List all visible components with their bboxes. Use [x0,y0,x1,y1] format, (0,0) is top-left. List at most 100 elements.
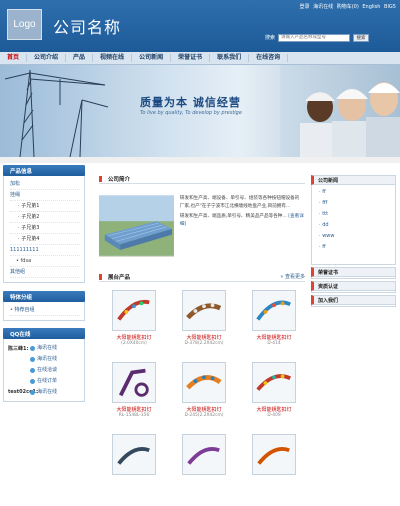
news-list: · ff · fff · ttt · dd · www · ff [311,185,396,265]
category-item[interactable]: 加松 [10,179,80,190]
join-header[interactable]: 加入我们 [311,295,396,305]
qq-contact-name: test02ce1: [8,389,38,395]
product-name[interactable]: 大阳能钥匙扣灯 [99,406,169,413]
product-thumbnail[interactable] [182,290,226,331]
right-sidebar: 公司新闻 · ff · fff · ttt · dd · www · ff 荣誉… [311,175,396,307]
qq-chat-link[interactable]: 海讯在线 [30,343,57,354]
product-thumbnail[interactable] [182,434,226,475]
products-more-link[interactable]: » 查看更多 [280,273,305,280]
product-thumbnail[interactable] [112,290,156,331]
product-code: D-245(2.2X42cm) [184,413,224,418]
product-code: D-414 [267,341,281,346]
product-card[interactable]: 大阳能钥匙扣灯 D-378(2.2X42cm) [169,290,239,362]
company-intro: 研发和生产高、端设备、单引号、组装等各种按钮帽设备的厂家,也产"在子宁波市江北横… [99,195,305,257]
qq-icon [30,390,35,395]
subcategory-item[interactable]: · 子兄弟4 [10,234,80,245]
subcategory-item[interactable]: · 子兄弟3 [10,223,80,234]
search-input[interactable] [278,33,351,42]
qq-chat-link[interactable]: 海讯在线 [30,387,57,398]
feature-item[interactable]: • 特荐自组 [10,305,80,316]
news-header: 公司新闻 [311,175,396,185]
product-card[interactable] [169,434,239,506]
news-item[interactable]: · fff [319,198,390,209]
product-card[interactable] [239,434,309,506]
company-name: 公司名称 [53,18,122,37]
feature-list: • 特荐自组 [3,302,85,321]
product-name[interactable]: 大阳能钥匙扣灯 [169,334,239,341]
product-name[interactable]: 大阳能钥匙扣灯 [169,406,239,413]
product-thumbnail[interactable] [252,362,296,403]
cart-link[interactable]: 购物车(0) [337,4,359,10]
hero-banner: 质量为本 诚信经营 To live by quality, To develop… [0,65,400,157]
products-header: 展台产品 » 查看更多 [99,272,305,282]
subcategory-item[interactable]: · 子兄弟1 [10,201,80,212]
big5-link[interactable]: BIG5 [384,4,396,10]
product-name[interactable]: 大阳能钥匙扣灯 [239,406,309,413]
product-card[interactable]: 大阳能钥匙扣灯 D-409 [239,362,309,434]
product-code: D-378(2.2X42cm) [184,341,224,346]
banner-subtitle: To live by quality, To develop by presti… [140,110,242,116]
news-item[interactable]: · ff [319,187,390,198]
nav-home[interactable]: 首页 [0,54,28,62]
qq-panel: 陈三峰1: 海讯在线 海讯在线 在线洽谈 在线订单 test02ce1: 海讯在… [3,339,85,402]
factory-photo[interactable] [99,195,174,257]
product-thumbnail[interactable] [252,290,296,331]
banner-title: 质量为本 诚信经营 [140,96,241,109]
join-box: 加入我们 [311,295,396,307]
nav-about[interactable]: 公司介绍 [27,54,67,62]
product-card[interactable]: 大阳能钥匙扣灯 D-414 [239,290,309,362]
workers-photo [280,65,400,157]
news-item[interactable]: · dd [319,220,390,231]
news-item[interactable]: · ttt [319,209,390,220]
qualification-header[interactable]: 资质认证 [311,281,396,291]
category-item[interactable]: 挂绳 [10,190,80,201]
feature-header: 特体分组 [3,291,85,302]
site-header: Logo 公司名称 登录 海讯在线 购物车(0) English BIG5 搜索… [0,0,400,52]
nav-products[interactable]: 产品 [66,54,94,62]
product-name[interactable]: 大阳能钥匙扣灯 [99,334,169,341]
products-title: 展台产品 [108,274,131,281]
category-item[interactable]: 111111111 [10,245,80,256]
crane-illustration [4,69,109,157]
qq-contact-name: 陈三峰1: [8,346,29,352]
product-code: D-409 [267,413,281,418]
search-button[interactable]: 搜索 [353,33,370,42]
online-link[interactable]: 海讯在线 [313,4,333,10]
nav-contact[interactable]: 联系我们 [210,54,250,62]
product-card[interactable] [99,434,169,506]
qq-icon [30,357,35,362]
product-card[interactable]: 大阳能钥匙扣灯 D-245(2.2X42cm) [169,362,239,434]
qualification-box: 资质认证 [311,281,396,293]
login-link[interactable]: 登录 [299,4,309,10]
product-thumbnail[interactable] [182,362,226,403]
divider [0,157,400,163]
logo[interactable]: Logo [7,9,42,40]
product-name[interactable]: 大阳能钥匙扣灯 [239,334,309,341]
qq-chat-link[interactable]: 在线洽谈 [30,365,57,376]
english-link[interactable]: English [362,4,380,10]
qq-chat-link[interactable]: 在线订单 [30,376,57,387]
product-thumbnail[interactable] [112,362,156,403]
product-thumbnail[interactable] [252,434,296,475]
qq-header: QQ在线 [3,328,85,339]
qq-chat-link[interactable]: 海讯在线 [30,354,57,365]
nav-video[interactable]: 视频在线 [93,54,133,62]
product-card[interactable]: 大阳能钥匙扣灯 RL-1548L-156 [99,362,169,434]
nav-news[interactable]: 公司新闻 [132,54,172,62]
nav-consult[interactable]: 在线咨询 [249,54,289,62]
section-marker [99,273,102,280]
product-thumbnail[interactable] [112,434,156,475]
news-item[interactable]: · ff [319,242,390,253]
product-card[interactable]: 大阳能钥匙扣灯 (2.0X40cm) [99,290,169,362]
category-item[interactable]: 其他组 [10,267,80,278]
news-item[interactable]: · www [319,231,390,242]
left-sidebar: 产品信息 加松 挂绳 · 子兄弟1 · 子兄弟2 · 子兄弟3 · 子兄弟4 1… [3,165,85,402]
intro-title: 公司简介 [108,176,131,183]
honors-header[interactable]: 荣誉证书 [311,267,396,277]
product-code: RL-1548L-156 [118,413,150,418]
intro-text: 研发和生产高、端设备、单引号、组装等各种按钮帽设备的厂家,也产"在子宁波市江北横… [179,196,300,209]
honors-box: 荣誉证书 [311,267,396,279]
subcategory-item[interactable]: • fdsa [10,256,80,267]
subcategory-item[interactable]: · 子兄弟2 [10,212,80,223]
nav-honors[interactable]: 荣誉证书 [171,54,211,62]
